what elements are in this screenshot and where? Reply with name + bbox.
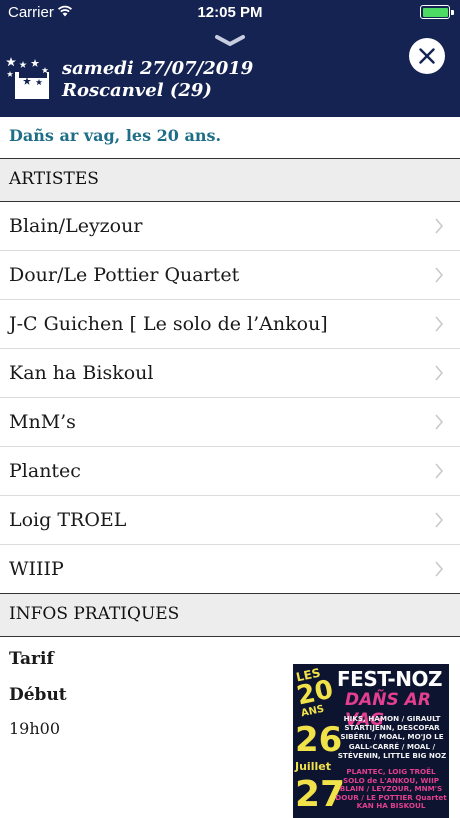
- chevron-right-icon: [435, 414, 443, 430]
- close-icon: [419, 48, 435, 64]
- artist-name: Kan ha Biskoul: [9, 362, 154, 384]
- poster-lineup-26: HIKS, HAMON / GIRAULT STARTIJENN, DESCOF…: [337, 714, 447, 760]
- artist-row-blain-leyzour[interactable]: Blain/Leyzour: [0, 202, 460, 251]
- close-button[interactable]: [409, 38, 445, 74]
- chevron-down-icon[interactable]: [214, 34, 246, 48]
- artist-row-kan-ha-biskoul[interactable]: Kan ha Biskoul: [0, 349, 460, 398]
- chevron-right-icon: [435, 365, 443, 381]
- status-bar: Carrier 12:05 PM: [0, 0, 460, 24]
- artist-row-wiiip[interactable]: WIIIP: [0, 545, 460, 594]
- event-place: Roscanvel (29): [62, 80, 212, 101]
- debut-label: Début: [9, 685, 67, 705]
- poster-title: FEST-NOZ: [337, 667, 442, 691]
- artist-name: Loig TROEL: [9, 509, 127, 531]
- status-time: 12:05 PM: [197, 4, 263, 21]
- battery-icon: [420, 5, 454, 19]
- artist-row-jc-guichen[interactable]: J-C Guichen [ Le solo de l’Ankou]: [0, 300, 460, 349]
- chevron-right-icon: [435, 512, 443, 528]
- chevron-right-icon: [435, 463, 443, 479]
- app-logo-icon: [6, 57, 49, 99]
- chevron-right-icon: [435, 218, 443, 234]
- event-date: samedi 27/07/2019: [62, 58, 254, 79]
- header: Carrier 12:05 PM samedi 27/07/2019 Rosca…: [0, 0, 460, 117]
- tarif-label: Tarif: [9, 649, 54, 669]
- artist-name: WIIIP: [9, 558, 64, 580]
- artist-name: MnM’s: [9, 411, 76, 433]
- artist-name: Blain/Leyzour: [9, 215, 143, 237]
- artist-name: J-C Guichen [ Le solo de l’Ankou]: [9, 313, 328, 335]
- chevron-right-icon: [435, 561, 443, 577]
- artist-row-dour-le-pottier[interactable]: Dour/Le Pottier Quartet: [0, 251, 460, 300]
- info-section-header: INFOS PRATIQUES: [0, 593, 460, 637]
- artist-name: Dour/Le Pottier Quartet: [9, 264, 240, 286]
- artists-section-header: ARTISTES: [0, 158, 460, 202]
- event-subtitle: Dañs ar vag, les 20 ans.: [9, 126, 222, 145]
- artist-row-loig-troel[interactable]: Loig TROEL: [0, 496, 460, 545]
- poster-month: Juillet: [295, 760, 331, 773]
- artist-row-mnms[interactable]: MnM’s: [0, 398, 460, 447]
- artist-row-plantec[interactable]: Plantec: [0, 447, 460, 496]
- debut-value: 19h00: [9, 719, 61, 738]
- artist-name: Plantec: [9, 460, 81, 482]
- event-poster[interactable]: LES 20 ANS FEST-NOZ DAÑS AR VAG 26 Juill…: [293, 664, 449, 818]
- poster-lineup-27: PLANTEC, LOIG TROËL SOLO de L'ANKOU, WII…: [335, 767, 447, 811]
- chevron-right-icon: [435, 316, 443, 332]
- chevron-right-icon: [435, 267, 443, 283]
- poster-day-26: 26: [295, 720, 343, 760]
- artist-list: Blain/Leyzour Dour/Le Pottier Quartet J-…: [0, 202, 460, 594]
